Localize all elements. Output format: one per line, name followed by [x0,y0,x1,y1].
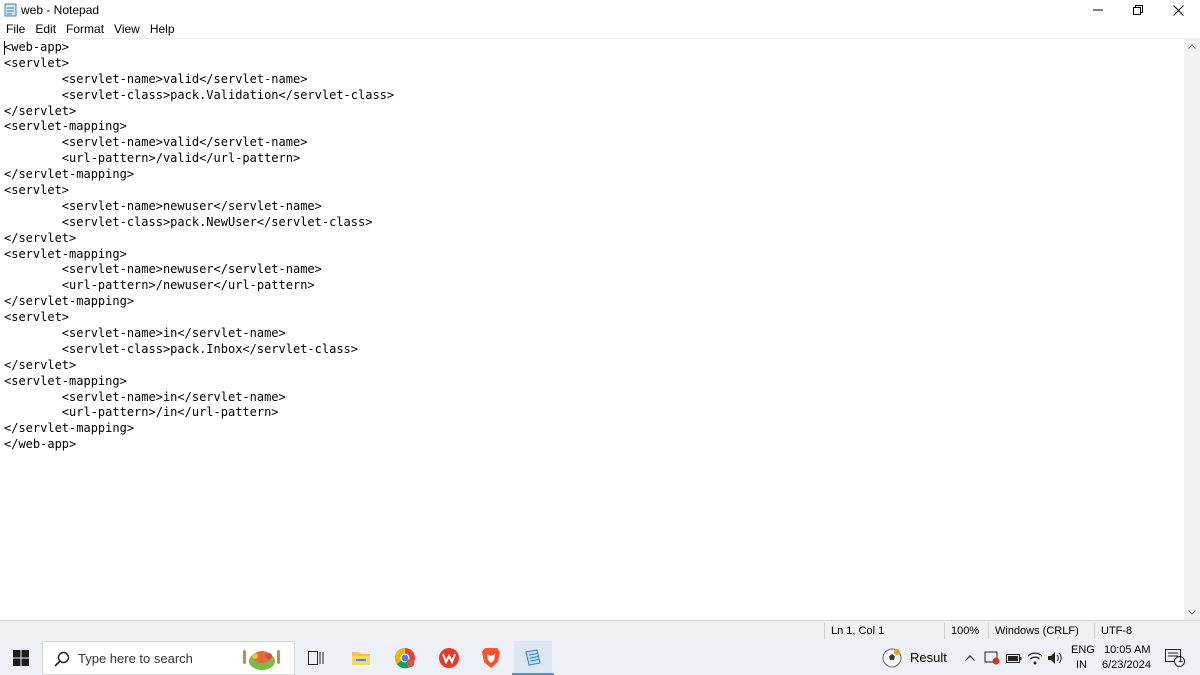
weather-widget-icon-button[interactable] [880,641,904,675]
cursor-position: Ln 1, Col 1 [831,625,885,637]
search-highlight-icon [243,650,280,670]
minimize-icon [1093,9,1103,11]
windows-logo-icon [13,650,29,666]
close-icon [1172,4,1184,16]
editor-line: <servlet> [4,183,70,198]
battery-icon [1006,653,1022,663]
editor-line: <servlet-class>pack.Inbox</servlet-class… [4,341,359,356]
editor-line: <servlet-name>newuser</servlet-name> [4,198,322,213]
notepad-icon [4,3,17,17]
notepad-taskbar-icon [525,649,541,666]
start-button[interactable] [0,641,42,675]
editor-line: <servlet-mapping> [4,373,127,388]
chrome-button[interactable] [388,641,422,675]
editor-content[interactable]: <web-app> <servlet> <servlet-name>valid</… [4,40,394,453]
scroll-up-button[interactable] [1184,38,1200,54]
wps-office-button[interactable] [432,641,466,675]
editor-line: <servlet-name>in</servlet-name> [4,389,286,404]
notifications-button[interactable]: 1 [1160,641,1190,675]
menu-help[interactable]: Help [145,20,180,38]
menu-file[interactable]: File [1,20,30,38]
close-button[interactable] [1158,0,1198,20]
editor-line: <servlet-name>in</servlet-name> [4,326,286,341]
battery-tray-button[interactable] [1004,641,1024,675]
menu-format[interactable]: Format [61,20,109,38]
wifi-tray-button[interactable] [1025,641,1045,675]
wps-office-icon [439,648,459,668]
editor-line: </servlet> [4,103,77,118]
input-region[interactable]: IN [1076,659,1087,671]
minimize-button[interactable] [1078,0,1118,20]
clock-date[interactable]: 6/23/2024 [1102,659,1151,671]
file-explorer-button[interactable] [344,641,378,675]
editor-line: <servlet-name>newuser</servlet-name> [4,262,322,277]
editor-line: </servlet> [4,230,77,245]
task-view-icon [308,651,324,665]
restore-button[interactable] [1118,0,1158,20]
volume-tray-button[interactable] [1045,641,1065,675]
editor-line: </servlet-mapping> [4,167,135,182]
editor-line: <servlet-name>valid</servlet-name> [4,135,308,150]
menu-bar: File Edit Format View Help [0,20,1200,38]
editor-line: <url-pattern>/in</url-pattern> [4,405,279,420]
notification-count: 1 [1178,654,1184,664]
task-view-button[interactable] [300,641,332,675]
taskbar-search-box[interactable]: Type here to search [42,641,295,675]
speaker-icon [1048,652,1062,664]
editor-line: </servlet> [4,357,77,372]
window-title: web - Notepad [21,3,100,17]
text-caret [4,41,5,55]
menu-edit[interactable]: Edit [30,20,61,38]
chevron-up-icon [965,655,975,661]
line-ending: Windows (CRLF) [995,625,1079,637]
search-icon [54,651,70,667]
zoom-level: 100% [951,625,980,637]
editor-line: <servlet-class>pack.Validation</servlet-… [4,87,395,102]
editor-line: <servlet-class>pack.NewUser</servlet-cla… [4,214,373,229]
vertical-scrollbar[interactable] [1184,38,1200,620]
restore-icon [1133,5,1143,15]
defender-alert-icon [984,651,1000,665]
brave-lion-icon [482,648,500,668]
soccer-ball-icon [882,648,902,668]
taskbar: Type here to search Result ENG IN 10:05 … [0,641,1200,675]
title-bar[interactable]: web - Notepad [0,0,1200,20]
encoding: UTF-8 [1101,625,1133,637]
search-placeholder: Type here to search [78,651,193,666]
weather-widget-label[interactable]: Result [910,650,947,665]
input-language[interactable]: ENG [1071,644,1095,656]
folder-icon [352,652,370,665]
editor-line: <servlet-mapping> [4,246,127,261]
notepad-taskbar-button[interactable] [514,641,552,675]
show-hidden-icons-button[interactable] [962,641,978,675]
editor-line: </servlet-mapping> [4,294,135,309]
chevron-up-icon [1188,43,1196,49]
editor-line: <servlet-name>valid</servlet-name> [4,71,308,86]
clock-time[interactable]: 10:05 AM [1104,644,1150,656]
wifi-icon [1027,652,1043,665]
security-tray-button[interactable] [982,641,1002,675]
chrome-icon [395,648,415,669]
editor-line: </web-app> [4,437,77,452]
editor-line: <web-app> [4,40,70,54]
chevron-down-icon [1188,609,1196,615]
editor-line: </servlet-mapping> [4,421,135,436]
editor-line: <servlet-mapping> [4,119,127,134]
scroll-down-button[interactable] [1184,604,1200,620]
text-editor[interactable]: <web-app> <servlet> <servlet-name>valid</… [0,38,1184,620]
menu-view[interactable]: View [109,20,145,38]
status-bar: Ln 1, Col 1 100% Windows (CRLF) UTF-8 [0,620,1200,641]
editor-line: <url-pattern>/valid</url-pattern> [4,151,301,166]
editor-line: <servlet> [4,310,70,325]
editor-line: <url-pattern>/newuser</url-pattern> [4,278,315,293]
brave-browser-button[interactable] [474,641,508,675]
editor-line: <servlet> [4,55,70,70]
